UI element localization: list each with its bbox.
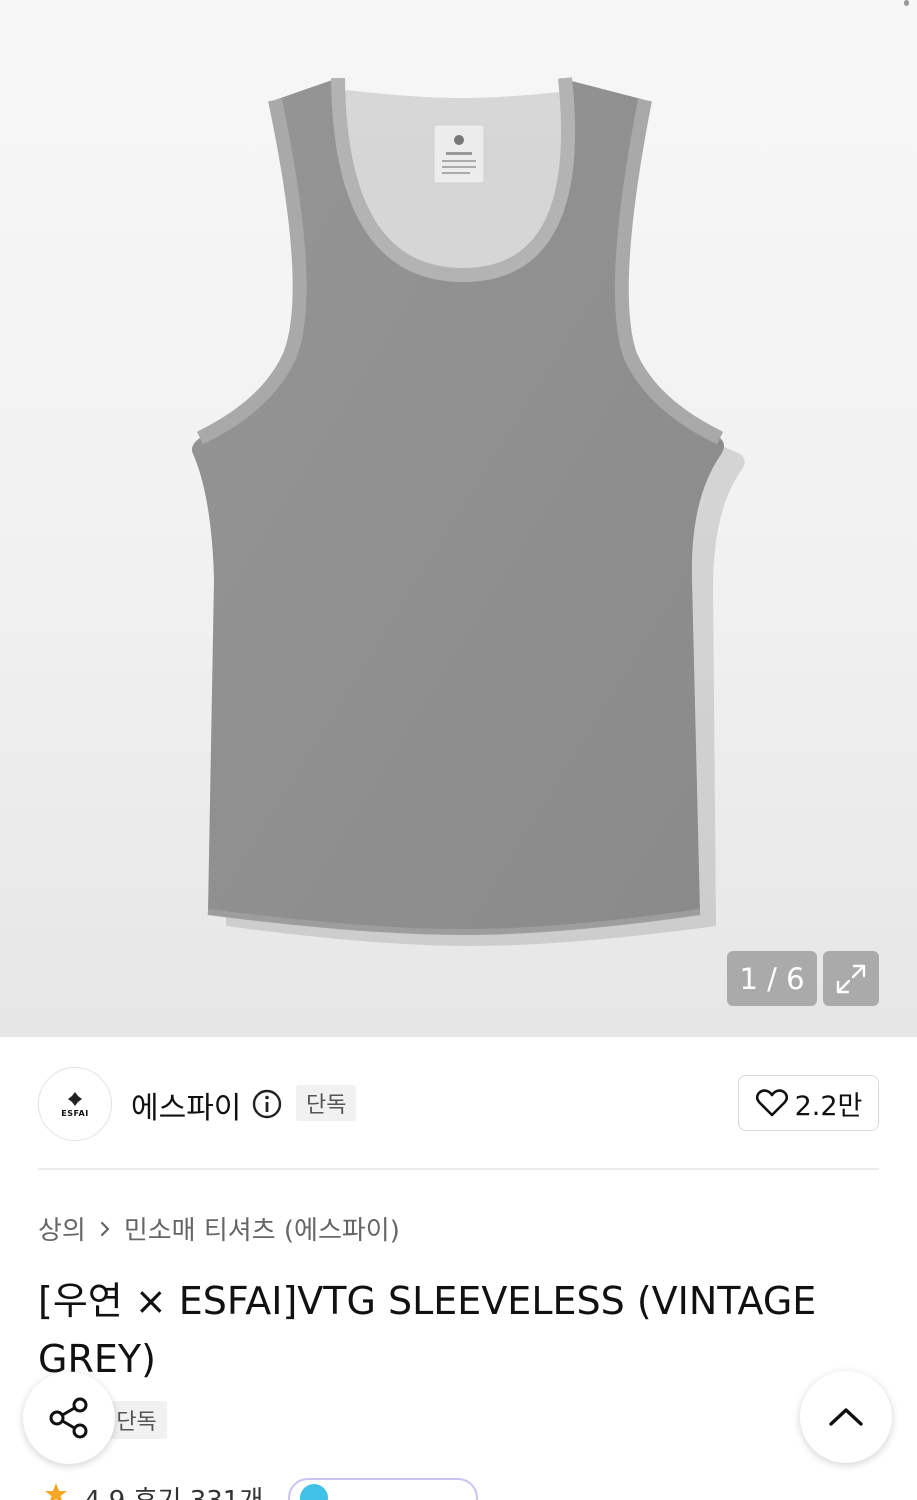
product-image[interactable] xyxy=(180,60,750,950)
tag-exclusive: 단독 xyxy=(106,1401,167,1439)
heart-outline-icon xyxy=(755,1089,788,1117)
promo-icon xyxy=(300,1484,328,1500)
rating-text: 4.9 후기 331개 xyxy=(84,1480,263,1500)
exclusive-badge: 단독 xyxy=(296,1085,357,1121)
scroll-indicator xyxy=(904,0,909,6)
brand-emblem-icon xyxy=(68,1091,82,1106)
product-image-gallery[interactable]: 1 / 6 xyxy=(0,0,917,1037)
promo-pill[interactable] xyxy=(288,1478,478,1500)
product-title: [우연 × ESFAI]VTG SLEEVELESS (VINTAGE GREY… xyxy=(38,1279,817,1381)
chevron-up-icon xyxy=(829,1408,863,1426)
brand-name[interactable]: 에스파이 xyxy=(131,1083,241,1127)
brand-row: ESFAI 에스파이 단독 2.2만 xyxy=(38,1067,879,1141)
divider xyxy=(38,1168,879,1170)
expand-image-button[interactable] xyxy=(823,951,879,1006)
breadcrumb-category[interactable]: 상의 xyxy=(38,1210,86,1247)
image-page-counter: 1 / 6 xyxy=(727,951,817,1006)
breadcrumb-subcategory[interactable]: 민소매 티셔츠 (에스파이) xyxy=(124,1210,400,1247)
rating-row[interactable]: 4.9 후기 331개 xyxy=(44,1478,484,1500)
scroll-to-top-button[interactable] xyxy=(800,1371,892,1463)
share-button[interactable] xyxy=(23,1372,115,1464)
info-icon[interactable] xyxy=(251,1088,283,1120)
like-count: 2.2만 xyxy=(794,1090,863,1122)
brand-logo[interactable]: ESFAI xyxy=(38,1067,112,1141)
star-icon xyxy=(45,1483,67,1500)
chevron-right-icon xyxy=(99,1220,111,1238)
like-button[interactable]: 2.2만 xyxy=(738,1075,879,1131)
breadcrumb: 상의 민소매 티셔츠 (에스파이) xyxy=(38,1210,400,1247)
brand-logo-text: ESFAI xyxy=(61,1108,89,1118)
expand-icon xyxy=(836,964,866,993)
share-icon xyxy=(49,1397,88,1439)
